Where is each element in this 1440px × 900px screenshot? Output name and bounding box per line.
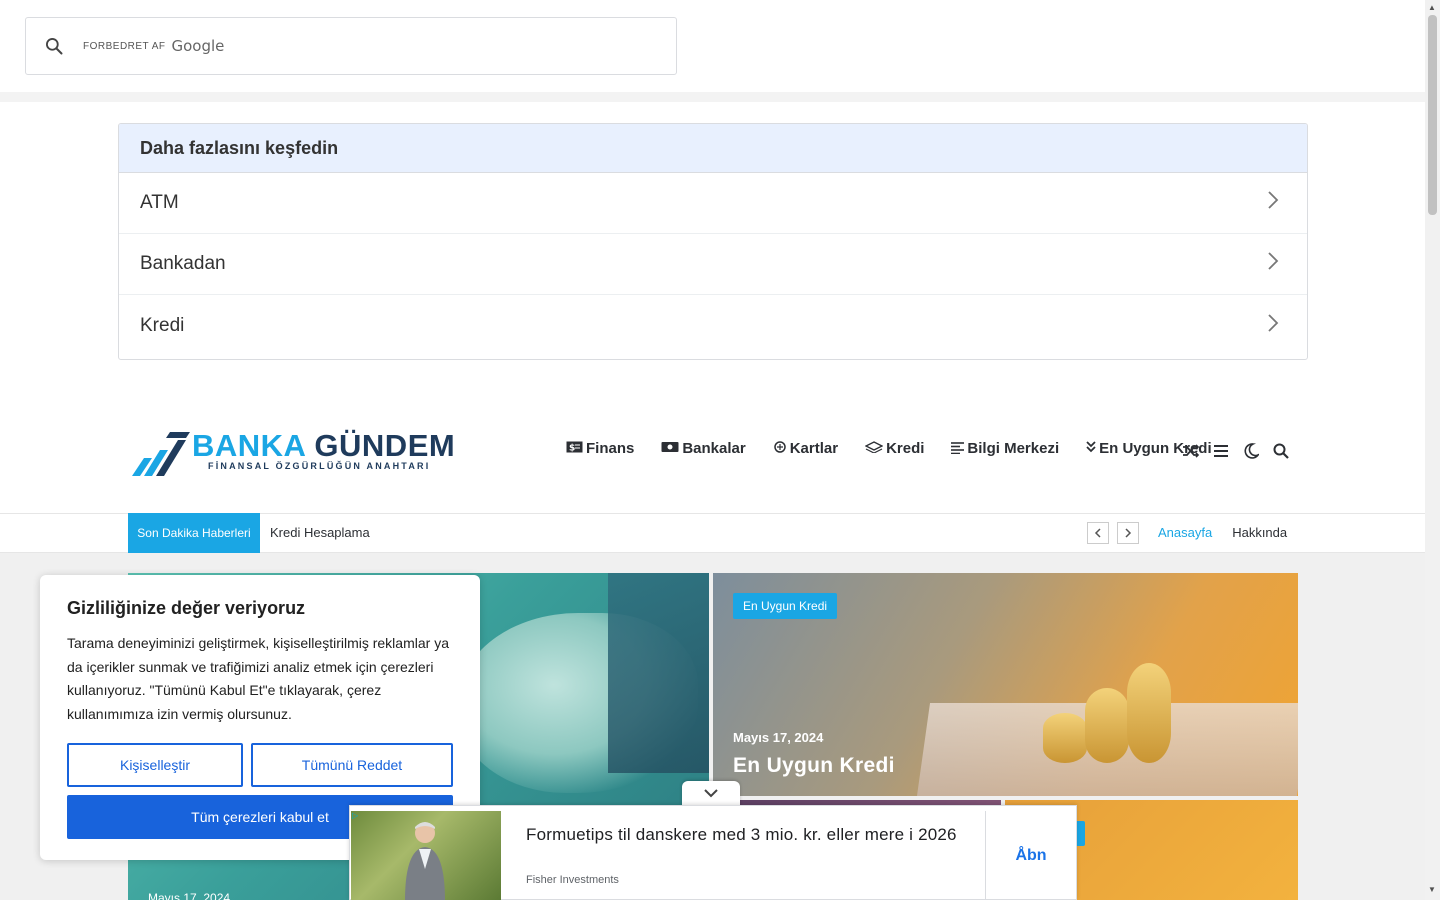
cookie-title: Gizliliğinize değer veriyoruz <box>67 598 306 618</box>
main-navigation: $ Finans Bankalar Kartlar Kredi Bilgi Me… <box>566 440 1239 457</box>
logo-tagline: FİNANSAL ÖZGÜRLÜĞÜN ANAHTARI <box>208 461 431 471</box>
double-chevron-icon <box>1086 441 1096 456</box>
chevron-left-icon[interactable] <box>1087 522 1109 544</box>
chevron-right-icon <box>1267 313 1279 339</box>
svg-text:$: $ <box>569 444 575 454</box>
discover-more-panel: Daha fazlasını keşfedin ATM Bankadan Kre… <box>118 123 1308 360</box>
nav-label: Kredi <box>886 440 925 457</box>
ad-image <box>351 811 501 900</box>
scroll-up-icon[interactable]: ▲ <box>1428 3 1436 12</box>
menu-icon[interactable] <box>1212 442 1230 460</box>
moon-icon[interactable] <box>1242 442 1260 460</box>
breaking-news-label: Son Dakika Haberleri <box>128 513 260 553</box>
nav-label: Kartlar <box>789 440 839 457</box>
nav-label: Finans <box>586 440 635 457</box>
post-title[interactable]: En Uygun Kredi <box>733 754 895 778</box>
ticker-arrows <box>1087 522 1139 544</box>
breaking-news-item[interactable]: Kredi Hesaplama <box>270 525 370 540</box>
bank-icon <box>661 441 679 456</box>
search-box[interactable]: FORBEDRET AF Google <box>25 17 677 75</box>
scroll-down-icon[interactable]: ▼ <box>1428 885 1436 894</box>
nav-label: Bilgi Merkezi <box>967 440 1060 457</box>
nav-finans[interactable]: $ Finans <box>566 440 634 457</box>
discover-item-bankadan[interactable]: Bankadan <box>119 234 1307 295</box>
sleeve-image <box>608 573 709 773</box>
cookie-description: Tarama deneyiminizi geliştirmek, kişisel… <box>67 635 449 722</box>
featured-post-en-uygun-kredi[interactable]: En Uygun Kredi Mayıs 17, 2024 En Uygun K… <box>713 573 1298 796</box>
reject-all-button[interactable]: Tümünü Reddet <box>251 743 453 787</box>
chevron-right-icon <box>1267 251 1279 277</box>
coins-image <box>1033 653 1173 763</box>
money-icon: $ <box>566 441 583 456</box>
logo-text: BANKA GÜNDEM <box>192 428 455 464</box>
post-date: Mayıs 17, 2024 <box>733 730 824 745</box>
post-date: Mayıs 17, 2024 <box>148 891 231 900</box>
person-image <box>405 822 445 900</box>
page-scrollbar[interactable]: ▲ ▼ <box>1425 0 1440 900</box>
powered-by-label: FORBEDRET AF <box>83 40 166 52</box>
link-anasayfa[interactable]: Anasayfa <box>1158 525 1212 540</box>
customize-button[interactable]: Kişiselleştir <box>67 743 243 787</box>
text-align-icon <box>951 441 965 457</box>
site-logo[interactable]: BANKA GÜNDEM FİNANSAL ÖZGÜRLÜĞÜN ANAHTAR… <box>130 428 455 480</box>
ad-advertiser: Fisher Investments <box>526 874 619 886</box>
shuffle-icon[interactable] <box>1182 442 1200 460</box>
scrollbar-thumb[interactable] <box>1428 15 1437 215</box>
discover-item-label: Kredi <box>140 314 185 336</box>
nav-bilgi-merkezi[interactable]: Bilgi Merkezi <box>951 440 1059 457</box>
nav-label: Bankalar <box>682 440 746 457</box>
category-badge[interactable]: En Uygun Kredi <box>733 593 838 619</box>
card-icon <box>773 440 787 457</box>
google-logo: Google <box>171 37 225 55</box>
nav-kredi[interactable]: Kredi <box>864 440 925 457</box>
anchor-ad[interactable]: ▷ Formuetips til danskere med 3 mio. kr.… <box>349 805 1077 900</box>
logo-word-banka: BANKA <box>192 428 306 463</box>
divider <box>0 92 1425 102</box>
discover-item-label: Bankadan <box>140 253 226 274</box>
logo-stripes-icon <box>132 432 190 476</box>
breaking-news-bar: Son Dakika Haberleri Kredi Hesaplama Ana… <box>0 513 1425 553</box>
header-tools <box>1182 442 1290 460</box>
discover-item-kredi[interactable]: Kredi <box>119 295 1307 356</box>
logo-word-gundem: GÜNDEM <box>314 428 456 463</box>
ad-collapse-toggle[interactable] <box>682 781 740 807</box>
discover-item-label: ATM <box>140 192 179 213</box>
search-icon[interactable] <box>26 18 82 74</box>
layers-icon <box>864 441 884 456</box>
chevron-right-icon[interactable] <box>1117 522 1139 544</box>
ad-choices-icon[interactable]: ▷ <box>352 811 362 821</box>
ad-headline: Formuetips til danskere med 3 mio. kr. e… <box>526 825 957 844</box>
discover-title: Daha fazlasını keşfedin <box>119 124 1307 173</box>
chevron-down-icon <box>703 785 719 803</box>
nav-bankalar[interactable]: Bankalar <box>661 440 746 457</box>
nav-kartlar[interactable]: Kartlar <box>773 440 838 457</box>
discover-item-atm[interactable]: ATM <box>119 173 1307 234</box>
site-header: BANKA GÜNDEM FİNANSAL ÖZGÜRLÜĞÜN ANAHTAR… <box>0 390 1425 513</box>
chevron-right-icon <box>1267 190 1279 216</box>
search-icon[interactable] <box>1272 442 1290 460</box>
custom-search-bar: FORBEDRET AF Google <box>0 0 1425 92</box>
ad-open-button[interactable]: Åbn <box>986 811 1076 900</box>
link-hakkinda[interactable]: Hakkında <box>1232 525 1287 540</box>
top-links: Anasayfa Hakkında <box>1158 525 1287 540</box>
